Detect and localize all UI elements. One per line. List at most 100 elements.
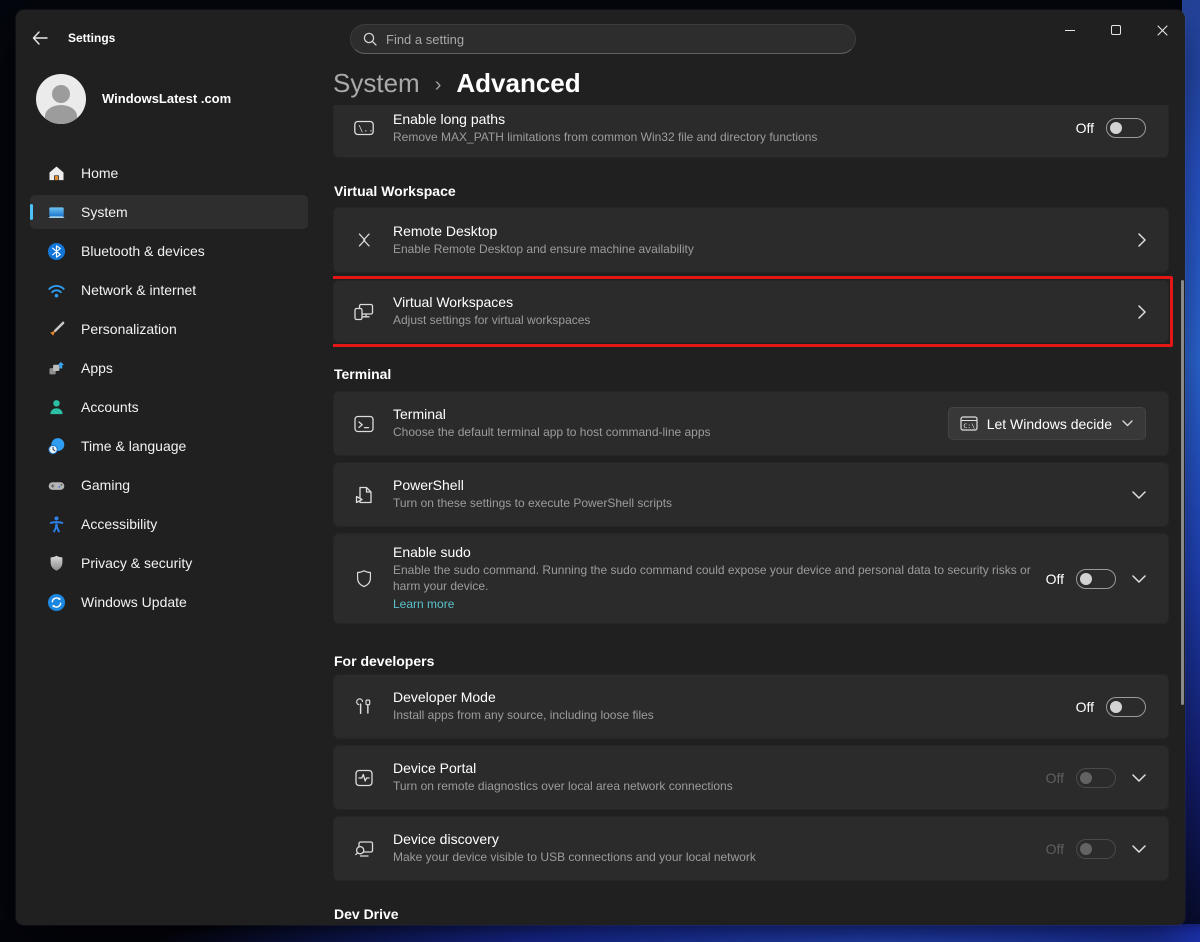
sidebar-item-accessibility[interactable]: Accessibility (30, 507, 308, 541)
long-paths-icon: \.. (352, 116, 376, 140)
card-powershell[interactable]: PowerShell Turn on these settings to exe… (333, 462, 1169, 527)
sidebar-item-system[interactable]: System (30, 195, 308, 229)
sidebar-item-label: Personalization (81, 321, 177, 337)
avatar-body (45, 105, 77, 124)
section-heading-virtual-workspace: Virtual Workspace (334, 183, 456, 199)
card-device-discovery[interactable]: Device discovery Make your device visibl… (333, 816, 1169, 881)
selected-indicator (30, 204, 33, 220)
svg-text:\..: \.. (358, 124, 373, 134)
sidebar-item-label: Gaming (81, 477, 130, 493)
breadcrumb-parent[interactable]: System (333, 68, 420, 99)
window-controls (1047, 10, 1185, 50)
card-title: PowerShell (393, 477, 1116, 493)
toggle-knob (1080, 573, 1092, 585)
chevron-down-icon[interactable] (1132, 575, 1146, 583)
card-description: Remove MAX_PATH limitations from common … (393, 130, 1076, 146)
sidebar-item-privacy[interactable]: Privacy & security (30, 546, 308, 580)
network-icon (47, 281, 66, 300)
minimize-button[interactable] (1047, 10, 1093, 50)
learn-more-link[interactable]: Learn more (393, 597, 454, 611)
maximize-button[interactable] (1093, 10, 1139, 50)
card-description: Choose the default terminal app to host … (393, 425, 948, 441)
back-button[interactable] (26, 25, 54, 51)
powershell-icon (352, 483, 376, 507)
dropdown-selected-value: Let Windows decide (987, 416, 1112, 432)
card-title: Enable long paths (393, 111, 1076, 127)
chevron-down-icon[interactable] (1132, 491, 1146, 499)
apps-icon (47, 359, 66, 378)
section-heading-dev-drive: Dev Drive (334, 906, 399, 922)
close-button[interactable] (1139, 10, 1185, 50)
card-device-portal[interactable]: Device Portal Turn on remote diagnostics… (333, 745, 1169, 810)
card-title: Remote Desktop (393, 223, 1122, 239)
settings-window: Settings WindowsLatest .com Home System (16, 10, 1185, 925)
app-title: Settings (68, 31, 115, 45)
bluetooth-icon (47, 242, 66, 261)
sidebar-item-apps[interactable]: Apps (30, 351, 308, 385)
card-title: Device discovery (393, 831, 1046, 847)
card-description: Enable Remote Desktop and ensure machine… (393, 242, 1122, 258)
toggle-knob (1080, 843, 1092, 855)
card-title: Terminal (393, 406, 948, 422)
chevron-down-icon[interactable] (1132, 774, 1146, 782)
search-input[interactable] (386, 32, 843, 47)
close-icon (1157, 25, 1168, 36)
developer-mode-toggle[interactable] (1106, 697, 1146, 717)
sidebar-item-label: Home (81, 165, 118, 181)
sidebar-item-bluetooth[interactable]: Bluetooth & devices (30, 234, 308, 268)
card-terminal[interactable]: Terminal Choose the default terminal app… (333, 391, 1169, 456)
card-enable-long-paths[interactable]: \.. Enable long paths Remove MAX_PATH li… (333, 105, 1169, 158)
toggle-state-label: Off (1046, 571, 1064, 587)
card-title: Developer Mode (393, 689, 1076, 705)
sidebar-item-label: Windows Update (81, 594, 187, 610)
user-name: WindowsLatest .com (102, 91, 231, 106)
breadcrumb: System › Advanced (333, 68, 581, 99)
sidebar-item-label: System (81, 204, 128, 220)
scrollbar-thumb[interactable] (1181, 280, 1184, 705)
sidebar-item-home[interactable]: Home (30, 156, 308, 190)
avatar[interactable] (36, 74, 86, 124)
toggle-state-label: Off (1076, 699, 1094, 715)
toggle-knob (1080, 772, 1092, 784)
toggle-knob (1110, 122, 1122, 134)
sidebar-item-gaming[interactable]: Gaming (30, 468, 308, 502)
card-title: Device Portal (393, 760, 1046, 776)
gaming-icon (47, 476, 66, 495)
terminal-app-dropdown[interactable]: C:\ Let Windows decide (948, 407, 1146, 440)
sidebar-nav: Home System Bluetooth & devices Network … (30, 156, 308, 624)
chevron-down-icon[interactable] (1132, 845, 1146, 853)
device-portal-toggle (1076, 768, 1116, 788)
home-icon (47, 164, 66, 183)
card-developer-mode[interactable]: Developer Mode Install apps from any sou… (333, 674, 1169, 739)
sidebar-item-personalization[interactable]: Personalization (30, 312, 308, 346)
sidebar-item-label: Bluetooth & devices (81, 243, 205, 259)
sidebar-item-accounts[interactable]: Accounts (30, 390, 308, 424)
avatar-head (52, 85, 70, 103)
card-remote-desktop[interactable]: Remote Desktop Enable Remote Desktop and… (333, 207, 1169, 273)
sidebar-item-windows-update[interactable]: Windows Update (30, 585, 308, 619)
sidebar-item-network[interactable]: Network & internet (30, 273, 308, 307)
sidebar-item-label: Apps (81, 360, 113, 376)
settings-list-viewport: \.. Enable long paths Remove MAX_PATH li… (333, 105, 1185, 925)
developer-mode-icon (352, 695, 376, 719)
toggle-state-label: Off (1076, 120, 1094, 136)
back-arrow-icon (32, 31, 48, 45)
search-icon (363, 32, 377, 46)
device-portal-icon (352, 766, 376, 790)
card-enable-sudo[interactable]: Enable sudo Enable the sudo command. Run… (333, 533, 1169, 624)
device-discovery-icon (352, 837, 376, 861)
long-paths-toggle[interactable] (1106, 118, 1146, 138)
command-prompt-icon: C:\ (960, 416, 978, 431)
breadcrumb-separator-icon: › (435, 71, 442, 97)
card-virtual-workspaces[interactable]: Virtual Workspaces Adjust settings for v… (333, 280, 1169, 343)
terminal-icon (352, 412, 376, 436)
shield-icon (352, 567, 376, 591)
minimize-icon (1065, 30, 1075, 31)
search-box[interactable] (350, 24, 856, 54)
sudo-toggle[interactable] (1076, 569, 1116, 589)
personalization-icon (47, 320, 66, 339)
sidebar-item-label: Privacy & security (81, 555, 192, 571)
chevron-right-icon (1138, 305, 1146, 319)
section-heading-terminal: Terminal (334, 366, 391, 382)
sidebar-item-time-language[interactable]: Time & language (30, 429, 308, 463)
